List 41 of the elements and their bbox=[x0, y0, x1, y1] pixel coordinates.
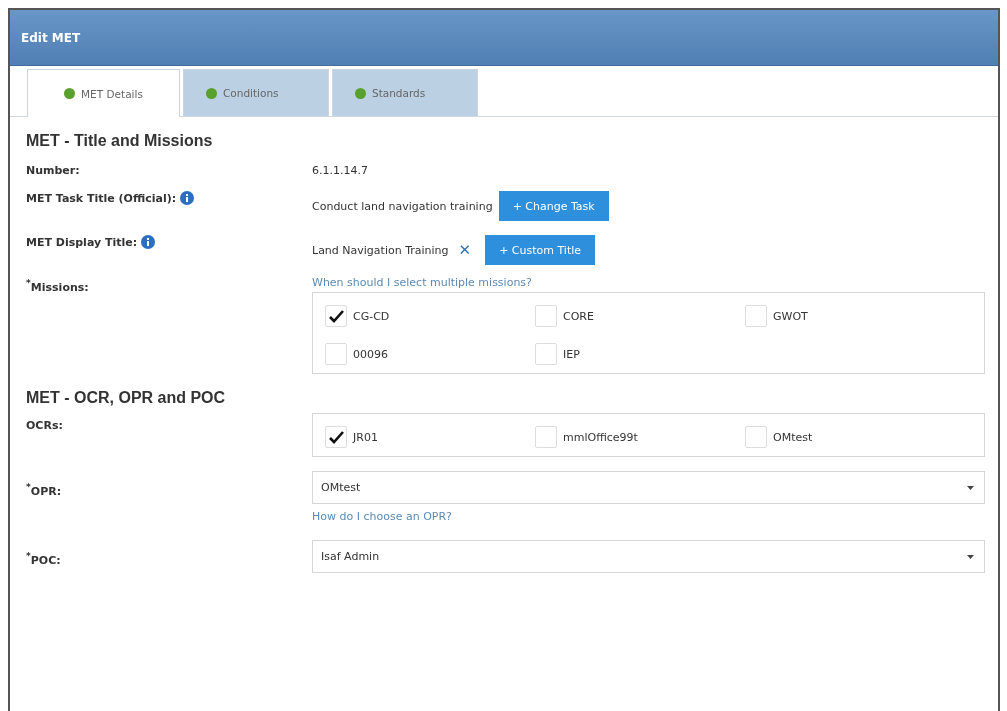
field-label: $^{*}$POC: bbox=[26, 550, 61, 567]
checkbox-label[interactable]: JR01 bbox=[353, 430, 378, 444]
help-link[interactable]: How do I choose an OPR? bbox=[312, 510, 452, 523]
checkbox-label[interactable]: 00096 bbox=[353, 347, 388, 361]
clear-button[interactable]: ✕ bbox=[458, 241, 472, 259]
checkbox[interactable] bbox=[535, 343, 557, 365]
dropdown-arrow-icon[interactable] bbox=[967, 485, 974, 490]
field-label: Number: bbox=[26, 164, 80, 177]
section-heading: MET - Title and Missions bbox=[26, 132, 214, 150]
checkbox-label[interactable]: OMtest bbox=[773, 430, 813, 444]
field-label: OCRs: bbox=[26, 419, 63, 432]
field-label: $^{*}$OPR: bbox=[26, 481, 62, 498]
checkbox[interactable] bbox=[535, 426, 557, 448]
select-field[interactable]: OMtest bbox=[312, 471, 985, 504]
checkbox[interactable] bbox=[325, 426, 347, 448]
field-label: MET Task Title (Official): bbox=[26, 191, 177, 205]
checkbox-label[interactable]: mmlOffice99t bbox=[563, 430, 638, 444]
tab[interactable]: Conditions bbox=[183, 69, 329, 116]
field-value: Conduct land navigation training bbox=[312, 199, 493, 213]
checkbox[interactable] bbox=[325, 343, 347, 365]
help-link[interactable]: When should I select multiple missions? bbox=[312, 276, 532, 289]
section-heading: MET - OCR, OPR and POC bbox=[26, 389, 227, 407]
checkbox-label[interactable]: CG-CD bbox=[353, 309, 390, 323]
field-label: MET Display Title: bbox=[26, 235, 138, 249]
info-icon[interactable] bbox=[141, 235, 156, 249]
checkbox-label[interactable]: CORE bbox=[563, 309, 594, 323]
tab[interactable]: MET Details bbox=[27, 69, 180, 117]
field-label: $^{*}$Missions: bbox=[26, 277, 89, 294]
dialog-title: Edit MET bbox=[21, 30, 81, 45]
checkbox[interactable] bbox=[535, 305, 557, 327]
field-value: 6.1.1.14.7 bbox=[312, 163, 369, 177]
tab[interactable]: Standards bbox=[332, 69, 478, 116]
field-value: Land Navigation Training bbox=[312, 243, 449, 257]
checkbox[interactable] bbox=[745, 305, 767, 327]
info-icon[interactable] bbox=[180, 191, 195, 205]
checkbox[interactable] bbox=[745, 426, 767, 448]
checkbox[interactable] bbox=[325, 305, 347, 327]
checkbox-label[interactable]: IEP bbox=[563, 347, 580, 361]
select-field[interactable]: Isaf Admin bbox=[312, 540, 985, 573]
dropdown-arrow-icon[interactable] bbox=[967, 554, 974, 559]
checkbox-label[interactable]: GWOT bbox=[773, 309, 808, 323]
